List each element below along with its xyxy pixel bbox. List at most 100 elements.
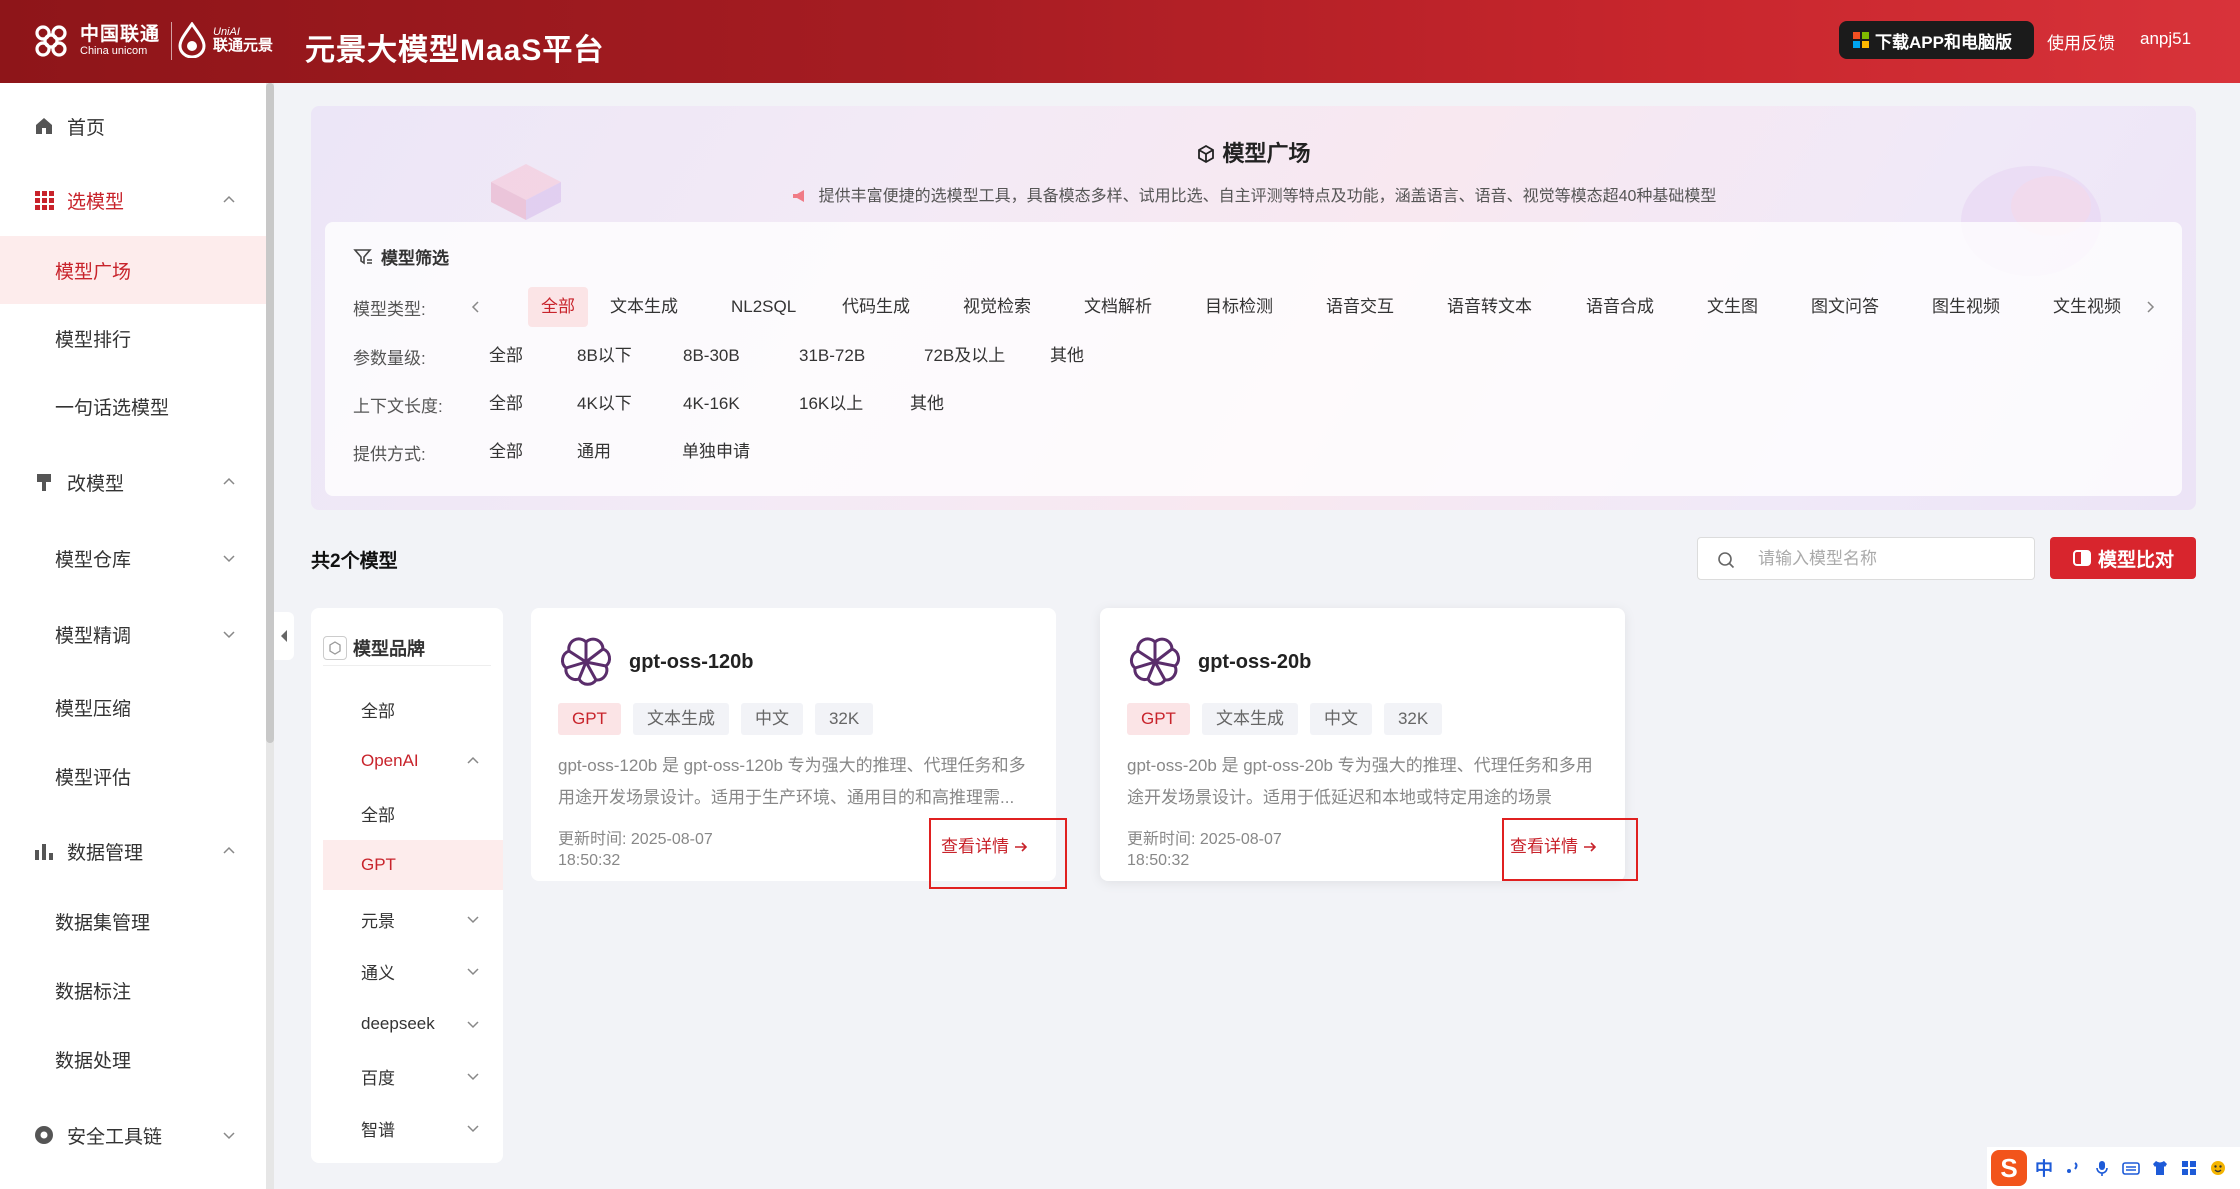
sidebar-scrollbar-thumb[interactable] bbox=[266, 83, 274, 743]
brand-item-tongyi[interactable]: 通义 bbox=[323, 946, 503, 996]
toolbox-grid-icon[interactable] bbox=[2180, 1159, 2198, 1177]
filter-option-param[interactable]: 8B-30B bbox=[683, 336, 740, 376]
cube-icon bbox=[323, 635, 347, 660]
model-name[interactable]: gpt-oss-120b bbox=[629, 651, 753, 674]
brush-icon bbox=[37, 474, 51, 491]
filter-option-context[interactable]: 16K以上 bbox=[799, 384, 863, 424]
filter-option-type[interactable]: 文档解析 bbox=[1084, 287, 1152, 327]
model-compare-button[interactable]: 模型比对 bbox=[2050, 537, 2196, 579]
model-filter-panel: 模型筛选 模型类型: 全部 文本生成 NL2SQL 代码生成 视觉检索 文档解析… bbox=[325, 222, 2182, 496]
filter-option-type[interactable]: 语音合成 bbox=[1586, 287, 1654, 327]
filter-row-context-length: 上下文长度: 全部 4K以下 4K-16K 16K以上 其他 bbox=[353, 384, 1553, 424]
sidebar-item-home[interactable]: 首页 bbox=[0, 92, 266, 160]
unicom-knot-icon bbox=[35, 25, 67, 57]
sidebar-item-data-annotation[interactable]: 数据标注 bbox=[0, 956, 266, 1024]
model-name[interactable]: gpt-oss-20b bbox=[1198, 651, 1311, 674]
sidebar-collapse-button[interactable] bbox=[274, 612, 294, 660]
sidebar-item-label: 数据标注 bbox=[55, 981, 132, 1003]
sidebar-item-label: 模型压缩 bbox=[55, 698, 132, 720]
download-app-button[interactable]: 下载APP和电脑版 bbox=[1839, 21, 2034, 59]
feedback-link[interactable]: 使用反馈 bbox=[2047, 29, 2115, 54]
filter-icon bbox=[353, 248, 372, 264]
filter-option-type[interactable]: NL2SQL bbox=[731, 287, 796, 327]
sidebar-item-model-plaza[interactable]: 模型广场 bbox=[0, 236, 266, 304]
keyboard-icon[interactable] bbox=[2122, 1159, 2140, 1177]
filter-option-type[interactable]: 文生图 bbox=[1707, 287, 1758, 327]
china-unicom-logo[interactable]: 中国联通 China unicom bbox=[28, 20, 160, 62]
brand-item-zhipu[interactable]: 智谱 bbox=[323, 1103, 503, 1153]
filter-option-type[interactable]: 文生视频 bbox=[2053, 287, 2121, 327]
filter-option-type-all[interactable]: 全部 bbox=[528, 287, 588, 327]
filter-option-param[interactable]: 31B-72B bbox=[799, 336, 865, 376]
brand-item-openai[interactable]: OpenAI bbox=[323, 736, 503, 786]
sidebar-item-label: 选模型 bbox=[67, 191, 125, 213]
model-tag: 32K bbox=[1383, 703, 1443, 735]
sogou-ime-logo[interactable]: S bbox=[1991, 1150, 2027, 1186]
sidebar-item-security-toolchain[interactable]: 安全工具链 bbox=[0, 1101, 266, 1169]
sidebar-item-one-sentence-select[interactable]: 一句话选模型 bbox=[0, 372, 266, 440]
brand-subitem-gpt[interactable]: GPT bbox=[323, 840, 503, 890]
filter-option-param[interactable]: 8B以下 bbox=[577, 336, 632, 376]
brand-item-label: 全部 bbox=[361, 701, 395, 721]
filter-option-context[interactable]: 4K-16K bbox=[683, 384, 740, 424]
uniai-logo[interactable]: UniAI 联通元景 bbox=[176, 22, 273, 58]
punctuation-icon[interactable] bbox=[2064, 1159, 2082, 1177]
filter-option-provision[interactable]: 单独申请 bbox=[682, 432, 750, 472]
filter-option-param[interactable]: 72B及以上 bbox=[924, 336, 1005, 376]
brand-item-deepseek[interactable]: deepseek bbox=[323, 999, 503, 1049]
model-search-box[interactable] bbox=[1697, 537, 2035, 580]
chevron-up-icon bbox=[223, 477, 235, 485]
search-input[interactable] bbox=[1758, 538, 2028, 579]
filter-option-context[interactable]: 其他 bbox=[910, 384, 944, 424]
filter-option-type[interactable]: 图文问答 bbox=[1811, 287, 1879, 327]
filter-option-type[interactable]: 目标检测 bbox=[1205, 287, 1273, 327]
sidebar-item-data-management[interactable]: 数据管理 bbox=[0, 817, 266, 885]
emoji-icon[interactable] bbox=[2209, 1159, 2227, 1177]
filter-option-type[interactable]: 文本生成 bbox=[610, 287, 678, 327]
filter-option-provision[interactable]: 全部 bbox=[489, 432, 523, 472]
chevron-left-icon[interactable] bbox=[469, 300, 483, 314]
filter-option-param[interactable]: 其他 bbox=[1050, 336, 1084, 376]
filter-title-text: 模型筛选 bbox=[381, 249, 449, 268]
uniai-english-text: UniAI bbox=[213, 25, 240, 38]
filter-option-type[interactable]: 语音交互 bbox=[1326, 287, 1394, 327]
filter-option-type[interactable]: 图生视频 bbox=[1932, 287, 2000, 327]
highlight-annotation-box bbox=[1502, 818, 1638, 881]
brand-item-baidu[interactable]: 百度 bbox=[323, 1051, 503, 1101]
skin-shirt-icon[interactable] bbox=[2151, 1159, 2169, 1177]
sidebar-item-model-compress[interactable]: 模型压缩 bbox=[0, 673, 266, 741]
sidebar-item-dataset-management[interactable]: 数据集管理 bbox=[0, 887, 266, 955]
brand-item-yuanjing[interactable]: 元景 bbox=[323, 894, 503, 944]
sidebar-item-model-finetune[interactable]: 模型精调 bbox=[0, 600, 266, 668]
sidebar-item-data-processing[interactable]: 数据处理 bbox=[0, 1025, 266, 1093]
ime-mode-indicator[interactable]: 中 bbox=[2035, 1155, 2053, 1181]
filter-option-param[interactable]: 全部 bbox=[489, 336, 523, 376]
filter-option-type[interactable]: 代码生成 bbox=[842, 287, 910, 327]
banner-subtitle-text: 提供丰富便捷的选模型工具，具备模态多样、试用比选、自主评测等特点及功能，涵盖语言… bbox=[818, 188, 1717, 205]
ime-toolbar[interactable]: S 中 bbox=[1987, 1147, 2240, 1189]
user-menu[interactable]: anpj51 bbox=[2140, 29, 2191, 49]
sidebar-item-model-evaluate[interactable]: 模型评估 bbox=[0, 742, 266, 810]
model-updated-time: 更新时间: 2025-08-07 18:50:32 bbox=[558, 829, 758, 871]
chevron-right-icon[interactable] bbox=[2143, 300, 2157, 314]
download-app-label: 下载APP和电脑版 bbox=[1875, 32, 2012, 52]
sidebar-item-model-ranking[interactable]: 模型排行 bbox=[0, 304, 266, 372]
cube-outline-icon bbox=[1198, 144, 1215, 164]
filter-option-type[interactable]: 视觉检索 bbox=[963, 287, 1031, 327]
sidebar-item-model-repo[interactable]: 模型仓库 bbox=[0, 524, 266, 592]
chevron-down-icon bbox=[467, 916, 479, 924]
sidebar-item-modify-model[interactable]: 改模型 bbox=[0, 448, 266, 516]
logo-english-text: China unicom bbox=[80, 45, 148, 58]
megaphone-icon bbox=[792, 190, 804, 202]
filter-option-context[interactable]: 全部 bbox=[489, 384, 523, 424]
brand-item-all[interactable]: 全部 bbox=[323, 684, 503, 734]
microphone-icon[interactable] bbox=[2093, 1159, 2111, 1177]
sidebar-item-select-model[interactable]: 选模型 bbox=[0, 166, 266, 234]
chevron-up-icon bbox=[467, 756, 479, 764]
brand-subitem-all[interactable]: 全部 bbox=[323, 788, 503, 838]
filter-option-provision[interactable]: 通用 bbox=[577, 432, 611, 472]
filter-option-type[interactable]: 语音转文本 bbox=[1447, 287, 1532, 327]
chevron-down-icon bbox=[223, 555, 235, 563]
filter-option-context[interactable]: 4K以下 bbox=[577, 384, 632, 424]
model-tags: GPT 文本生成 中文 32K bbox=[1127, 703, 1454, 735]
